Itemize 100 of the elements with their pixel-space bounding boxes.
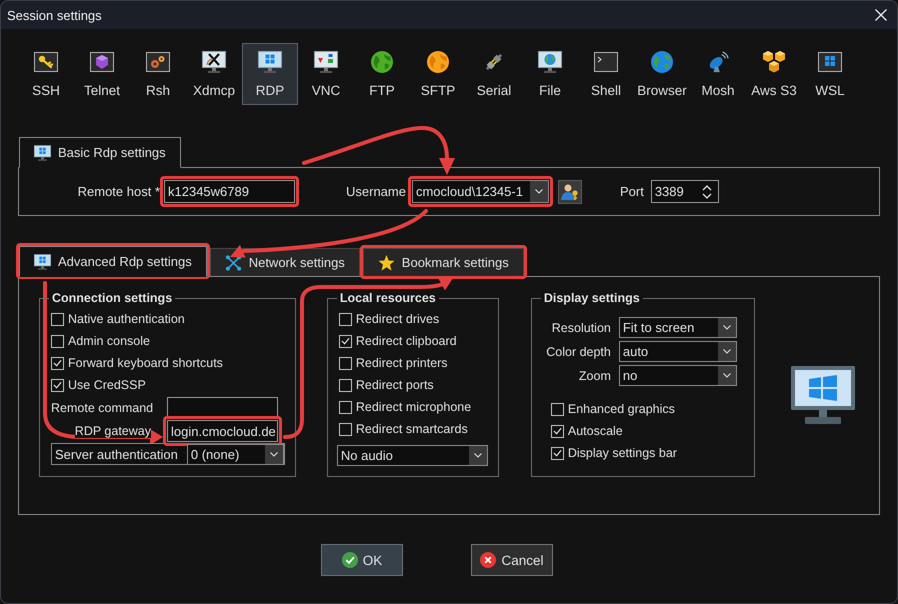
text-field[interactable]: login.cmocloud.de: [167, 420, 278, 442]
checkbox[interactable]: [51, 356, 64, 370]
session-type-button[interactable]: RDP: [242, 43, 298, 105]
session-type-button[interactable]: File: [522, 43, 578, 105]
dropdown[interactable]: auto: [618, 341, 737, 362]
session-type-button[interactable]: SSH: [18, 43, 74, 105]
dropdown[interactable]: no: [618, 365, 737, 386]
dropdown[interactable]: Fit to screen: [618, 317, 737, 338]
checkbox-label: Use CredSSP: [68, 378, 146, 392]
network-icon: [224, 254, 242, 270]
session-type-button[interactable]: Browser: [634, 43, 690, 105]
session-type-button[interactable]: Shell: [578, 43, 634, 105]
dropdown[interactable]: 0 (none): [186, 444, 284, 464]
session-type-button[interactable]: Telnet: [74, 43, 130, 105]
chevron-down-icon: [264, 444, 283, 464]
tab[interactable]: Basic Rdp settings: [19, 137, 181, 168]
field-label: Server authentication: [55, 446, 178, 462]
port-spinner[interactable]: 3389: [650, 180, 719, 203]
ok-button[interactable]: OK: [321, 544, 403, 576]
check-circle-icon: [342, 552, 358, 568]
window-title: Session settings: [7, 8, 102, 22]
checkbox-label: Enhanced graphics: [568, 402, 675, 416]
checkbox-label: Redirect microphone: [356, 400, 472, 414]
checkbox[interactable]: [338, 356, 352, 370]
close-button[interactable]: [873, 7, 889, 23]
checkbox[interactable]: [51, 312, 64, 326]
checkbox[interactable]: [338, 422, 352, 436]
close-icon: [875, 9, 887, 21]
checkbox-label: Redirect drives: [356, 312, 440, 326]
checkbox[interactable]: [550, 424, 564, 438]
checkbox-label: Redirect ports: [356, 378, 434, 392]
user-key-icon: [560, 184, 579, 200]
checkmark-icon: [340, 337, 350, 345]
group-title: Connection settings: [51, 291, 174, 305]
up-down-arrows-icon: [702, 184, 712, 200]
checkbox-label: Forward keyboard shortcuts: [68, 356, 223, 370]
checkbox[interactable]: [51, 334, 64, 348]
username-dropdown[interactable]: cmocloud\12345-1: [412, 180, 549, 203]
session-type-button[interactable]: Mosh: [690, 43, 746, 105]
checkbox-label: Autoscale: [568, 424, 623, 438]
checkbox[interactable]: [338, 312, 352, 326]
globe-icon: [651, 51, 673, 73]
checkbox[interactable]: [338, 334, 352, 348]
tab[interactable]: Bookmark settings: [362, 248, 524, 276]
checkbox[interactable]: [338, 378, 352, 392]
chevron-down-icon: [718, 342, 736, 361]
group-title: Local resources: [338, 291, 437, 305]
checkbox[interactable]: [550, 446, 564, 460]
chevron-down-icon: [468, 446, 487, 465]
checkbox[interactable]: [338, 400, 352, 414]
monitor-globe-icon: [538, 51, 562, 73]
checkmark-icon: [53, 359, 62, 367]
plug-icon: [483, 51, 505, 73]
remote-host-field[interactable]: k12345w6789: [164, 180, 295, 203]
session-type-button[interactable]: Xdmcp: [186, 43, 242, 105]
session-type-button[interactable]: FTP: [354, 43, 410, 105]
monitor-windows-icon: [790, 366, 855, 424]
checkbox-label: Display settings bar: [568, 446, 677, 460]
monitor-icon: [314, 51, 338, 73]
audio-dropdown[interactable]: No audio: [336, 445, 488, 466]
checkbox-label: Redirect smartcards: [356, 422, 468, 436]
checkbox-label: Redirect clipboard: [356, 334, 457, 348]
field-label: Remote host *: [76, 184, 160, 199]
x-circle-icon: [480, 552, 496, 568]
satellite-dish-icon: [707, 51, 729, 73]
session-type-button[interactable]: Rsh: [130, 43, 186, 105]
user-button[interactable]: [558, 180, 582, 204]
globe-icon: [427, 51, 449, 73]
checkbox-label: Admin console: [68, 334, 150, 348]
chevron-down-icon: [718, 366, 736, 385]
chevron-down-icon: [718, 318, 736, 337]
checkbox[interactable]: [51, 378, 64, 392]
gem-icon: [90, 52, 114, 72]
field-label: Resolution: [550, 320, 611, 334]
chevron-down-icon: [530, 181, 548, 202]
session-type-button[interactable]: SFTP: [410, 43, 466, 105]
field-label: Color depth: [545, 344, 611, 358]
checkbox-label: Native authentication: [68, 312, 185, 326]
key-icon: [34, 52, 58, 72]
session-type-button[interactable]: Serial: [466, 43, 522, 105]
gears-icon: [146, 52, 170, 72]
cancel-button[interactable]: Cancel: [471, 544, 553, 576]
tab[interactable]: Advanced Rdp settings: [19, 246, 207, 277]
monitor-x-icon: [202, 51, 226, 73]
field-label: Zoom: [578, 368, 611, 382]
field-label: Username: [346, 184, 406, 199]
session-type-button[interactable]: WSL: [802, 43, 858, 105]
checkmark-icon: [552, 427, 562, 435]
field-label: Port: [620, 184, 644, 199]
field-label: RDP gateway: [74, 424, 151, 438]
session-type-button[interactable]: Aws S3: [746, 43, 802, 105]
globe-icon: [371, 51, 393, 73]
windows-logo-icon: [818, 52, 842, 72]
monitor-windows-icon: [34, 254, 51, 270]
checkbox-label: Redirect printers: [356, 356, 448, 370]
checkbox[interactable]: [550, 402, 564, 416]
session-type-button[interactable]: VNC: [298, 43, 354, 105]
terminal-icon: [594, 52, 618, 72]
tab[interactable]: Network settings: [210, 248, 360, 276]
checkmark-icon: [53, 381, 62, 389]
